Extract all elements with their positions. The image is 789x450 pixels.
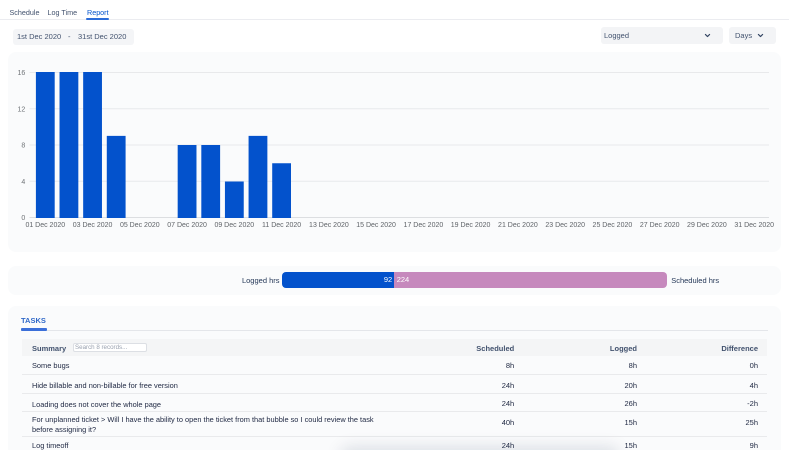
svg-text:0: 0: [21, 215, 25, 222]
svg-text:23 Dec 2020: 23 Dec 2020: [545, 222, 585, 229]
svg-text:13 Dec 2020: 13 Dec 2020: [309, 222, 349, 229]
svg-text:17 Dec 2020: 17 Dec 2020: [404, 222, 444, 229]
svg-text:01 Dec 2020: 01 Dec 2020: [25, 222, 65, 229]
svg-text:29 Dec 2020: 29 Dec 2020: [687, 222, 727, 229]
svg-text:15 Dec 2020: 15 Dec 2020: [356, 222, 396, 229]
svg-text:11 Dec 2020: 11 Dec 2020: [262, 222, 301, 229]
svg-text:31 Dec 2020: 31 Dec 2020: [734, 222, 774, 229]
svg-text:16: 16: [18, 70, 26, 77]
svg-text:4: 4: [21, 179, 25, 186]
svg-text:25 Dec 2020: 25 Dec 2020: [593, 222, 633, 229]
svg-text:09 Dec 2020: 09 Dec 2020: [214, 222, 254, 229]
svg-text:19 Dec 2020: 19 Dec 2020: [451, 222, 491, 229]
svg-text:27 Dec 2020: 27 Dec 2020: [640, 222, 680, 229]
svg-text:12: 12: [18, 106, 26, 113]
svg-text:05 Dec 2020: 05 Dec 2020: [120, 222, 160, 229]
svg-text:8: 8: [21, 143, 25, 150]
svg-text:21 Dec 2020: 21 Dec 2020: [498, 222, 538, 229]
svg-text:03 Dec 2020: 03 Dec 2020: [73, 222, 113, 229]
svg-text:07 Dec 2020: 07 Dec 2020: [167, 222, 207, 229]
